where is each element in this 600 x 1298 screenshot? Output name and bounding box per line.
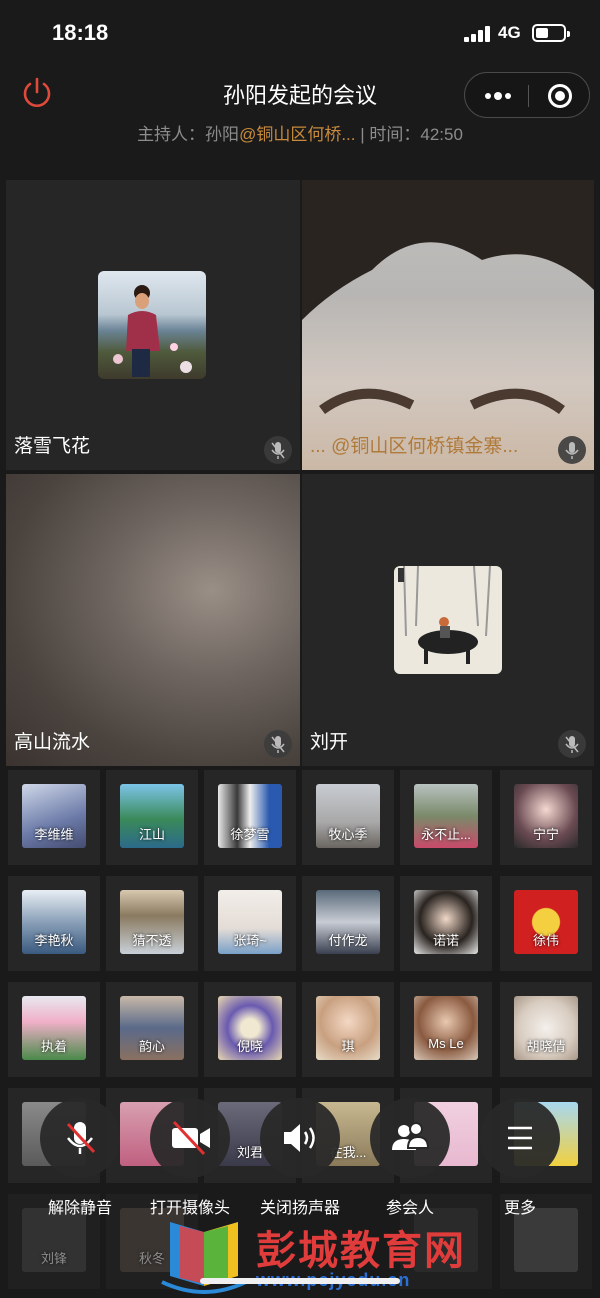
people-icon [392,1122,430,1150]
network-type: 4G [498,23,521,42]
participant-name: 徐梦雪 [230,827,270,842]
video-tile[interactable]: ... @铜山区何桥镇金寨... [302,180,594,470]
participant-name: 倪晓 [236,1039,263,1054]
participant-name: 刘锋 [40,1251,67,1266]
watermark-text: 彭城教育网 [256,1229,466,1273]
participant-cell[interactable]: 李维维 [8,770,100,865]
signal-icon [464,26,490,42]
more-button[interactable] [480,1098,560,1182]
participant-cell[interactable]: 猜不透 [106,876,198,971]
participant-name: 宁宁 [532,827,559,842]
participant-name: 琪 [341,1039,355,1054]
status-bar: 18:18 4G [0,0,600,64]
video-tile[interactable]: 刘开 [302,474,594,766]
participant-cell[interactable]: 倪晓 [204,982,296,1077]
close-target-icon[interactable] [529,73,591,119]
book-logo-icon [161,1222,247,1294]
meeting-timer: | 时间：42:50 [360,125,463,144]
participant-name: 牧心季 [328,827,368,842]
participant-name: 高山流水 [14,732,91,753]
avatar [394,566,502,674]
home-indicator [200,1278,400,1284]
participants-button[interactable] [370,1098,450,1182]
participant-name: 落雪飞花 [14,436,91,457]
participant-cell[interactable]: 徐梦雪 [204,770,296,865]
participant-name: 徐伟 [532,933,559,948]
meeting-info: 主持人：孙阳@铜山区何桥... | 时间：42:50 [0,120,600,145]
host-org: @铜山区何桥... [239,125,356,144]
video-tile[interactable]: 落雪飞花 [6,180,300,470]
participant-name: 刘开 [310,732,349,753]
participant-name: ... @铜山区何桥镇金寨... [310,436,519,457]
participant-name: 李维维 [34,827,74,842]
participants-label: 参会人 [385,1200,434,1217]
camera-label: 打开摄像头 [149,1200,230,1217]
status-time: 18:18 [52,20,109,45]
host-label: 主持人：孙阳 [137,125,240,144]
participant-cell[interactable]: 宁宁 [500,770,592,865]
participant-cell[interactable]: 李艳秋 [8,876,100,971]
avatar [98,271,206,379]
participant-cell[interactable]: 琪 [302,982,394,1077]
participant-cell[interactable]: 牧心季 [302,770,394,865]
camera-off-icon [172,1120,210,1156]
mic-off-icon [66,1122,96,1154]
participant-name: 李艳秋 [34,933,74,948]
mini-program-capsule [464,72,590,118]
participant-name: 猜不透 [132,933,172,948]
participant-name: 付作龙 [328,933,368,948]
participant-name: Ms Le [428,1036,464,1051]
participant-cell[interactable]: 韵心 [106,982,198,1077]
participant-cell[interactable]: Ms Le [400,982,492,1077]
participant-cell[interactable]: 胡晓倩 [500,982,592,1077]
mic-muted-icon [558,436,586,464]
more-dots-icon[interactable] [465,73,528,119]
mic-muted-icon [558,730,586,758]
speaker-icon [284,1124,315,1152]
participant-name: 胡晓倩 [526,1039,566,1054]
participant-name: 永不止... [421,827,471,842]
participant-name: 执着 [40,1039,67,1054]
participant-cell[interactable]: 付作龙 [302,876,394,971]
participant-cell[interactable]: 张琦~ [204,876,296,971]
mic-muted-icon [264,436,292,464]
camera-button[interactable] [150,1098,230,1182]
participant-cell[interactable]: 诺诺 [400,876,492,971]
participant-name: 韵心 [138,1039,165,1054]
more-label: 更多 [503,1200,536,1217]
participant-cell[interactable]: 永不止... [400,770,492,865]
battery-icon [532,24,570,42]
participant-name: 诺诺 [432,933,459,948]
participant-name: 江山 [138,827,165,842]
participant-cell[interactable]: 江山 [106,770,198,865]
participant-cell[interactable]: 执着 [8,982,100,1077]
unmute-button[interactable] [40,1098,120,1182]
participant-name: 张琦~ [233,933,267,948]
watermark: 彭城教育网 www.pcjyedu.cn [160,1218,480,1296]
speaker-button[interactable] [260,1098,340,1182]
mic-muted-icon [264,730,292,758]
unmute-label: 解除静音 [47,1200,112,1217]
video-tile[interactable]: 高山流水 [6,474,300,766]
speaker-label: 关闭扬声器 [259,1200,340,1217]
participant-cell[interactable]: 徐伟 [500,876,592,971]
menu-icon [508,1126,532,1150]
